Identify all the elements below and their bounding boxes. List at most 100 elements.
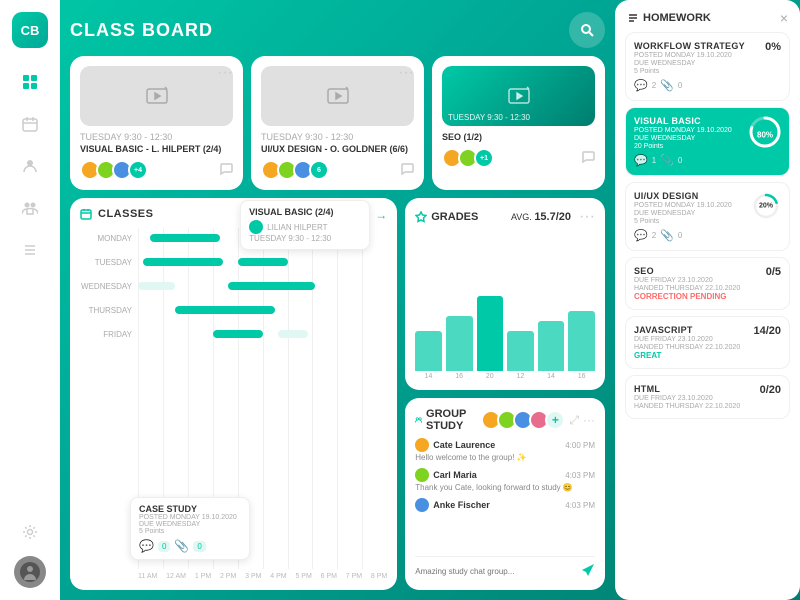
chat-input[interactable] bbox=[415, 567, 577, 576]
message-text: Thank you Cate, looking forward to study… bbox=[415, 483, 595, 492]
class-bar bbox=[213, 330, 263, 338]
homework-item-0[interactable]: WORKFLOW STRATEGY POSTED MONDAY 19.10.20… bbox=[625, 32, 790, 101]
app-logo[interactable]: CB bbox=[12, 12, 48, 48]
grades-icon bbox=[415, 211, 427, 223]
teacher-name: LILIAN HILPERT bbox=[267, 223, 327, 232]
attach-icon[interactable]: 📎 bbox=[174, 539, 189, 553]
course-card-1[interactable]: ··· TUESDAY 9:30 - 12:30 UI/UX DESIGN - … bbox=[251, 56, 424, 190]
group-title: GROUP STUDY bbox=[426, 408, 471, 432]
message-time: 4:03 PM bbox=[565, 501, 595, 510]
card-menu-0[interactable]: ··· bbox=[217, 64, 233, 82]
group-actions[interactable]: ⤢ ··· bbox=[569, 413, 595, 428]
time-label: 3 PM bbox=[245, 573, 261, 580]
sidebar: CB bbox=[0, 0, 60, 600]
sidebar-item-group[interactable] bbox=[12, 190, 48, 226]
search-button[interactable] bbox=[569, 12, 605, 48]
hw-item-due: DUE FRIDAY 23.10.2020 bbox=[634, 336, 781, 343]
hw-item-due: DUE WEDNESDAY bbox=[634, 60, 781, 67]
chat-icon[interactable] bbox=[400, 162, 414, 179]
chart-bar-wrap: 16 bbox=[446, 316, 473, 380]
case-actions: 💬 0 📎 0 bbox=[139, 539, 241, 553]
card-thumbnail-2: TUESDAY 9:30 - 12:30 bbox=[442, 66, 595, 126]
time-label: 7 PM bbox=[346, 573, 362, 580]
day-bars-thursday bbox=[138, 300, 387, 320]
expand-icon[interactable]: ⤢ bbox=[569, 413, 579, 428]
attach-icon[interactable]: 📎 bbox=[660, 229, 674, 242]
hw-score: 0/20 bbox=[760, 384, 781, 396]
chart-bar-wrap: 16 bbox=[568, 311, 595, 380]
time-label: 5 PM bbox=[295, 573, 311, 580]
hw-status-correction: CORRECTION PENDING bbox=[634, 292, 781, 301]
chat-icon[interactable] bbox=[219, 162, 233, 179]
day-label-wednesday: WEDNESDAY bbox=[80, 282, 132, 291]
hw-item-title: WORKFLOW STRATEGY bbox=[634, 41, 781, 51]
chat-icon[interactable] bbox=[581, 150, 595, 167]
sidebar-item-grid[interactable] bbox=[12, 64, 48, 100]
day-label-thursday: THURSDAY bbox=[80, 306, 132, 315]
user-avatar[interactable] bbox=[14, 556, 46, 588]
homework-item-5[interactable]: HTML DUE FRIDAY 23.10.2020 HANDED THURSD… bbox=[625, 375, 790, 419]
day-row-friday: FRIDAY bbox=[80, 324, 387, 344]
sidebar-item-list[interactable] bbox=[12, 232, 48, 268]
calendar-icon bbox=[80, 208, 92, 220]
chart-bar-wrap: 14 bbox=[538, 321, 565, 380]
sender-name: Anke Fischer bbox=[433, 500, 490, 510]
progress-value: 20% bbox=[759, 203, 773, 210]
attach-count: 0 bbox=[678, 156, 682, 165]
homework-close-button[interactable]: × bbox=[780, 10, 788, 26]
class-bar bbox=[143, 258, 223, 266]
chart-bar-5 bbox=[568, 311, 595, 371]
hw-score: 0% bbox=[765, 41, 781, 53]
sender-avatar bbox=[415, 498, 429, 512]
message-time: 4:00 PM bbox=[565, 441, 595, 450]
course-card-2[interactable]: ··· TUESDAY 9:30 - 12:30 SEO (1/2) +1 bbox=[432, 56, 605, 190]
day-bars-wednesday bbox=[138, 276, 387, 296]
time-label: 8 PM bbox=[371, 573, 387, 580]
add-member-button[interactable]: + bbox=[545, 410, 565, 430]
sender-avatar bbox=[415, 468, 429, 482]
homework-list: WORKFLOW STRATEGY POSTED MONDAY 19.10.20… bbox=[615, 32, 800, 600]
chat-badge: 0 bbox=[158, 541, 170, 552]
page-title: CLASS BOARD bbox=[70, 20, 559, 41]
homework-item-3[interactable]: SEO DUE FRIDAY 23.10.2020 HANDED THURSDA… bbox=[625, 257, 790, 310]
card-overlay-time: TUESDAY 9:30 - 12:30 bbox=[448, 113, 530, 122]
week-next[interactable]: → bbox=[375, 208, 387, 222]
sidebar-item-settings[interactable] bbox=[12, 514, 48, 550]
comment-icon[interactable]: 💬 bbox=[634, 79, 648, 92]
chart-label-5: 16 bbox=[578, 373, 586, 380]
day-label-friday: FRIDAY bbox=[80, 330, 132, 339]
avatar-more: +1 bbox=[474, 148, 494, 168]
homework-item-2[interactable]: UI/UX DESIGN POSTED MONDAY 19.10.2020 DU… bbox=[625, 182, 790, 251]
card-avatars-1: 6 bbox=[261, 160, 414, 180]
comment-count: 2 bbox=[652, 81, 656, 90]
card-time-0: TUESDAY 9:30 - 12:30 bbox=[80, 132, 233, 142]
hw-item-points: 5 Points bbox=[634, 68, 781, 75]
chart-bar-wrap: 12 bbox=[507, 331, 534, 380]
group-menu[interactable]: ··· bbox=[583, 413, 595, 428]
chart-bar-3 bbox=[507, 331, 534, 371]
course-cards-row: ··· TUESDAY 9:30 - 12:30 VISUAL BASIC - … bbox=[70, 56, 605, 190]
course-card-0[interactable]: ··· TUESDAY 9:30 - 12:30 VISUAL BASIC - … bbox=[70, 56, 243, 190]
chart-label-1: 16 bbox=[455, 373, 463, 380]
attach-icon[interactable]: 📎 bbox=[660, 154, 674, 167]
homework-item-4[interactable]: JAVASCRIPT DUE FRIDAY 23.10.2020 HANDED … bbox=[625, 316, 790, 369]
attach-icon[interactable]: 📎 bbox=[660, 79, 674, 92]
grades-panel: GRADES AVG. 15.7/20 ··· 14 16 bbox=[405, 198, 605, 390]
comment-icon[interactable]: 💬 bbox=[634, 229, 648, 242]
hw-item-due: DUE FRIDAY 23.10.2020 bbox=[634, 277, 781, 284]
grades-menu[interactable]: ··· bbox=[579, 208, 595, 226]
send-button[interactable] bbox=[581, 563, 595, 580]
class-bar bbox=[175, 306, 275, 314]
class-bar bbox=[138, 282, 175, 290]
chart-bar-4 bbox=[538, 321, 565, 371]
comment-icon[interactable]: 💬 bbox=[634, 154, 648, 167]
classes-title: CLASSES bbox=[98, 208, 153, 220]
chat-icon[interactable]: 💬 bbox=[139, 539, 154, 553]
chart-bar-wrap: 14 bbox=[415, 331, 442, 380]
homework-item-1[interactable]: VISUAL BASIC POSTED MONDAY 19.10.2020 DU… bbox=[625, 107, 790, 176]
time-label: 12 AM bbox=[166, 573, 186, 580]
card-menu-1[interactable]: ··· bbox=[398, 64, 414, 82]
day-bars-friday bbox=[138, 324, 387, 344]
sidebar-item-user[interactable] bbox=[12, 148, 48, 184]
sidebar-item-calendar[interactable] bbox=[12, 106, 48, 142]
